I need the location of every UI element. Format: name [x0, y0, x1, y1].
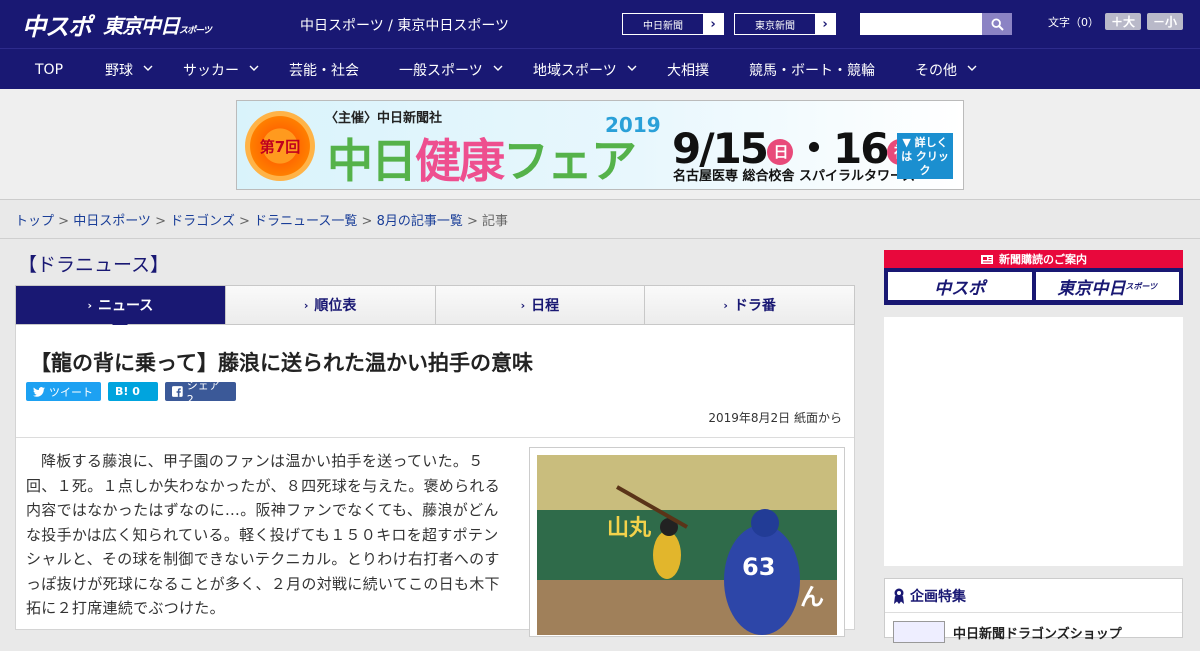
divider: [0, 238, 1200, 239]
nav-item-sumo[interactable]: 大相撲: [667, 49, 709, 90]
chevron-down-icon: [627, 64, 637, 75]
subscription-header: 新聞購読のご案内: [884, 250, 1183, 268]
banner-year: 2019: [605, 113, 661, 137]
site-logo[interactable]: 中スポ 東京中日スポーツ: [22, 8, 212, 41]
banner-area: 第7回 〈主催〉中日新聞社 中日健康フェア 2019 9/15日・16祝 名古屋…: [0, 89, 1200, 200]
divider: [16, 437, 854, 438]
breadcrumb-chunichi-sports[interactable]: 中日スポーツ: [73, 214, 151, 229]
nav-item-other[interactable]: その他: [915, 49, 977, 90]
chevron-right-icon: ›: [815, 14, 835, 34]
section-title: 【ドラニュース】: [18, 254, 170, 276]
breadcrumb-august-list[interactable]: 8月の記事一覧: [377, 214, 463, 229]
twitter-icon: [33, 386, 45, 397]
ribbon-icon: [894, 588, 904, 604]
banner-more-button[interactable]: ▼ 詳しくは クリック: [897, 133, 953, 179]
chevron-right-icon: ›: [303, 298, 309, 312]
facebook-icon: [172, 386, 183, 397]
banner-venue: 名古屋医専 総合校舎 スパイラルタワーズ: [673, 169, 916, 184]
chunichi-shimbun-link[interactable]: 中日新聞 ›: [622, 13, 724, 35]
nav-item-top[interactable]: TOP: [35, 49, 63, 90]
section-tabs: › ニュース › 順位表 › 日程 › ドラ番: [15, 285, 855, 332]
breadcrumb: トップ > 中日スポーツ > ドラゴンズ > ドラニュース一覧 > 8月の記事一…: [15, 214, 509, 229]
site-title: 中日スポーツ / 東京中日スポーツ: [300, 18, 510, 34]
search-icon: [990, 17, 1004, 31]
nav-item-local-sports[interactable]: 地域スポーツ: [533, 49, 637, 90]
nav-item-racing[interactable]: 競馬・ボート・競輪: [749, 49, 875, 90]
breadcrumb-current: 記事: [482, 214, 509, 229]
article: 【龍の背に乗って】藤浪に送られた温かい拍手の意味 ツイート B! 0 シェア 2…: [15, 325, 855, 637]
sidebar-ad-slot: [884, 317, 1183, 566]
banner-host: 〈主催〉中日新聞社: [325, 111, 443, 126]
facebook-share-button[interactable]: シェア 2: [165, 379, 236, 406]
font-size-label: 文字（0）: [1048, 15, 1099, 29]
chevron-down-icon: [143, 64, 153, 75]
feature-box: 企画特集 中日新聞ドラゴンズショップ: [884, 578, 1183, 643]
chevron-down-icon: [967, 64, 977, 75]
chevron-right-icon: ›: [520, 298, 526, 312]
tab-news[interactable]: › ニュース: [16, 286, 226, 332]
nav-item-entertainment[interactable]: 芸能・社会: [289, 49, 359, 90]
nav-item-general-sports[interactable]: 一般スポーツ: [399, 49, 503, 90]
main-nav: TOP 野球 サッカー 芸能・社会 一般スポーツ 地域スポーツ 大相撲 競馬・ボ…: [0, 48, 1200, 89]
chevron-down-icon: [493, 64, 503, 75]
subscribe-tokyo-chunichi[interactable]: 東京中日 スポーツ: [1035, 272, 1179, 300]
photo-sign-left: 山丸: [607, 516, 652, 541]
banner-title: 中日健康フェア: [327, 134, 637, 188]
nav-item-baseball[interactable]: 野球: [105, 49, 153, 90]
breadcrumb-news-list[interactable]: ドラニュース一覧: [254, 214, 357, 229]
tab-schedule[interactable]: › 日程: [435, 286, 646, 324]
tweet-button[interactable]: ツイート: [26, 382, 101, 401]
banner-badge: 第7回: [245, 111, 315, 181]
tab-reporter[interactable]: › ドラ番: [645, 286, 854, 324]
font-smaller-button[interactable]: －小: [1147, 13, 1184, 30]
nav-item-soccer[interactable]: サッカー: [183, 49, 259, 90]
subscribe-chuspo[interactable]: 中スポ: [888, 272, 1032, 300]
article-headline: 【龍の背に乗って】藤浪に送られた温かい拍手の意味: [30, 351, 533, 375]
chevron-down-icon: [249, 64, 259, 75]
article-date: 2019年8月2日 紙面から: [708, 411, 842, 425]
photo-jersey-number: 63: [742, 553, 775, 581]
chevron-right-icon: ›: [723, 298, 728, 312]
social-buttons: ツイート B! 0 シェア 2: [26, 379, 236, 406]
chevron-right-icon: ›: [703, 14, 723, 34]
breadcrumb-dragons[interactable]: ドラゴンズ: [170, 214, 235, 229]
logo-chuspo: 中スポ: [22, 12, 92, 41]
feature-header: 企画特集: [885, 579, 1182, 613]
chevron-right-icon: ›: [87, 298, 92, 312]
search-input[interactable]: [860, 13, 982, 35]
newspaper-icon: [981, 254, 993, 264]
logo-tokyo-chunichi: 東京中日スポーツ: [103, 13, 212, 38]
baseball-photo: 山丸 ほけん 63: [537, 455, 837, 635]
photo-illustration: 山丸 ほけん 63: [537, 455, 837, 635]
search-button[interactable]: [982, 13, 1012, 35]
subscription-options: 中スポ 東京中日 スポーツ: [884, 268, 1183, 304]
font-size-control: 文字（0） ＋大 －小: [1048, 13, 1184, 30]
feature-item[interactable]: 中日新聞ドラゴンズショップ: [885, 613, 1182, 651]
feature-thumbnail: [893, 621, 945, 643]
site-header: 中スポ 東京中日スポーツ 中日スポーツ / 東京中日スポーツ 中日新聞 › 東京…: [0, 0, 1200, 48]
tokyo-shimbun-link[interactable]: 東京新聞 ›: [734, 13, 836, 35]
health-fair-banner[interactable]: 第7回 〈主催〉中日新聞社 中日健康フェア 2019 9/15日・16祝 名古屋…: [236, 100, 964, 190]
subscription-box[interactable]: 新聞購読のご案内 中スポ 東京中日 スポーツ: [884, 250, 1183, 305]
article-body: 降板する藤浪に、甲子園のファンは温かい拍手を送っていた。５回、１死。１点しか失わ…: [26, 452, 501, 617]
hatena-bookmark-button[interactable]: B! 0: [108, 382, 158, 401]
breadcrumb-top[interactable]: トップ: [15, 214, 54, 229]
search-form: [860, 13, 1012, 35]
tab-standings[interactable]: › 順位表: [225, 286, 436, 324]
article-photo[interactable]: 山丸 ほけん 63: [529, 447, 845, 637]
font-larger-button[interactable]: ＋大: [1105, 13, 1142, 30]
